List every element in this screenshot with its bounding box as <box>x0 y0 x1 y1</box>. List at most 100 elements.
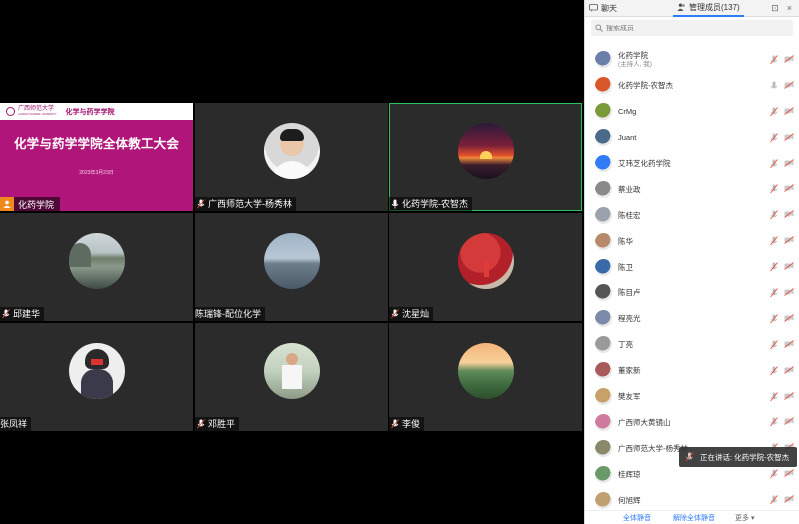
camera-icon[interactable] <box>784 365 794 374</box>
participant-name-tag: 邓胜平 <box>195 417 240 431</box>
tab-members[interactable]: 管理成员(137) <box>673 0 744 17</box>
member-name-block: 陈桂宏 <box>618 211 641 220</box>
camera-icon[interactable] <box>784 106 794 115</box>
video-tile[interactable]: 邓胜平 <box>195 323 388 431</box>
mic-muted-icon[interactable] <box>770 132 778 143</box>
camera-icon[interactable] <box>784 236 794 244</box>
member-row[interactable]: 陈目卢 <box>585 280 799 306</box>
mic-muted-icon[interactable] <box>770 339 778 350</box>
speaking-text: 正在讲话: 化药学院-农智杰 <box>700 452 790 462</box>
camera-icon[interactable] <box>784 184 794 193</box>
member-name: 陈目卢 <box>618 288 641 298</box>
member-avatar <box>595 439 612 457</box>
member-role: (主持人, 我) <box>618 60 652 68</box>
camera-icon[interactable] <box>784 391 794 400</box>
member-controls <box>770 210 794 220</box>
member-name: 樊友军 <box>618 392 641 402</box>
mic-muted-icon[interactable] <box>770 495 778 505</box>
mic-muted-icon[interactable] <box>770 314 778 324</box>
mic-muted-icon[interactable] <box>770 391 778 402</box>
member-row[interactable]: 陈华 <box>585 228 799 254</box>
mic-muted-icon[interactable] <box>770 262 778 272</box>
video-tile[interactable]: 李俊 <box>389 323 582 431</box>
member-name-block: 陈卫 <box>618 263 633 272</box>
member-row[interactable]: CrMg <box>585 99 799 125</box>
mic-muted-icon[interactable] <box>770 210 778 220</box>
mic-muted-icon[interactable] <box>770 417 778 427</box>
camera-icon[interactable] <box>784 262 794 270</box>
camera-icon[interactable] <box>784 132 794 141</box>
member-row[interactable]: 樊友军 <box>585 384 799 410</box>
mic-icon[interactable] <box>770 81 778 91</box>
video-tile[interactable]: 陈瑞锋-配位化学 <box>195 213 388 321</box>
camera-icon[interactable] <box>784 314 794 322</box>
member-avatar <box>595 232 612 250</box>
video-tile-active-speaker[interactable]: 化药学院-农智杰 <box>389 103 582 211</box>
mic-muted-icon <box>391 309 399 319</box>
member-row[interactable]: 蔡业政 <box>585 176 799 202</box>
video-tile[interactable]: 张凤祥 <box>0 323 193 431</box>
member-row[interactable]: 陈桂宏 <box>585 202 799 228</box>
member-avatar <box>595 413 612 431</box>
camera-icon[interactable] <box>784 495 794 503</box>
shared-screen-tile[interactable]: 广西师范大学 GUANGXI NORMAL UNIVERSITY 化学与药学学院… <box>0 103 193 211</box>
camera-icon[interactable] <box>784 158 794 167</box>
participant-name-tag: 沈星灿 <box>389 307 434 321</box>
member-name-block: 艾玮芝化药学院 <box>618 159 671 168</box>
member-name: 陈华 <box>618 236 633 246</box>
camera-icon[interactable] <box>784 469 794 478</box>
member-row[interactable]: 董家新 <box>585 358 799 384</box>
member-name-block: 陈华 <box>618 237 633 246</box>
popout-icon[interactable]: ⊡ <box>771 3 779 14</box>
more-button[interactable]: 更多 ▾ <box>735 513 754 523</box>
member-avatar <box>595 180 612 198</box>
close-icon[interactable]: × <box>787 3 792 14</box>
member-row[interactable]: 陈卫 <box>585 254 799 280</box>
camera-icon[interactable] <box>784 417 794 426</box>
mic-muted-icon[interactable] <box>770 365 778 376</box>
member-row[interactable]: 化药学院 (主持人, 我) <box>585 47 799 73</box>
video-tile[interactable]: 沈星灿 <box>389 213 582 321</box>
mute-all-button[interactable]: 全体静音 <box>623 513 651 523</box>
video-tile[interactable]: 广西师范大学-杨秀林 <box>195 103 388 211</box>
member-name: 蔡业政 <box>618 184 641 194</box>
mic-muted-icon[interactable] <box>770 158 778 169</box>
camera-icon[interactable] <box>784 210 794 219</box>
unmute-all-button[interactable]: 解除全体静音 <box>673 513 715 523</box>
member-controls <box>770 288 794 298</box>
mic-muted-icon[interactable] <box>770 469 778 479</box>
member-row[interactable]: Juant <box>585 125 799 151</box>
mic-muted-icon[interactable] <box>770 106 778 117</box>
member-avatar <box>595 336 612 354</box>
host-name: 化药学院 <box>18 199 55 210</box>
tab-chat[interactable]: 聊天 <box>585 0 621 17</box>
member-row[interactable]: 广西师大黄镜山 <box>585 409 799 435</box>
member-row[interactable]: 化药学院-农智杰 <box>585 73 799 99</box>
mic-muted-icon[interactable] <box>770 236 778 246</box>
member-controls <box>770 469 794 479</box>
member-name: 广西师大黄镜山 <box>618 417 671 427</box>
participant-name: 邓胜平 <box>208 419 236 429</box>
member-row[interactable]: 程亮光 <box>585 306 799 332</box>
mic-muted-icon[interactable] <box>770 288 778 298</box>
mic-muted-icon <box>391 419 399 429</box>
video-tile[interactable]: 邱建华 <box>0 213 193 321</box>
member-avatar <box>595 155 612 172</box>
member-controls <box>770 495 794 505</box>
camera-icon[interactable] <box>784 339 794 348</box>
participant-name: 邱建华 <box>13 309 41 319</box>
member-name: 何旭辉 <box>618 495 641 505</box>
participant-name-tag: 邱建华 <box>0 307 45 321</box>
member-row[interactable]: 丁亮 <box>585 332 799 358</box>
participant-name: 化药学院-农智杰 <box>402 199 468 209</box>
camera-icon[interactable] <box>784 81 794 89</box>
member-name-block: 广西师大黄镜山 <box>618 418 671 427</box>
mic-muted-icon[interactable] <box>770 184 778 194</box>
member-controls <box>770 314 794 324</box>
mic-muted-icon[interactable] <box>770 55 778 65</box>
camera-icon[interactable] <box>784 55 794 63</box>
member-controls <box>770 158 794 169</box>
search-input[interactable] <box>606 24 776 32</box>
member-row[interactable]: 艾玮芝化药学院 <box>585 151 799 177</box>
camera-icon[interactable] <box>784 288 794 296</box>
